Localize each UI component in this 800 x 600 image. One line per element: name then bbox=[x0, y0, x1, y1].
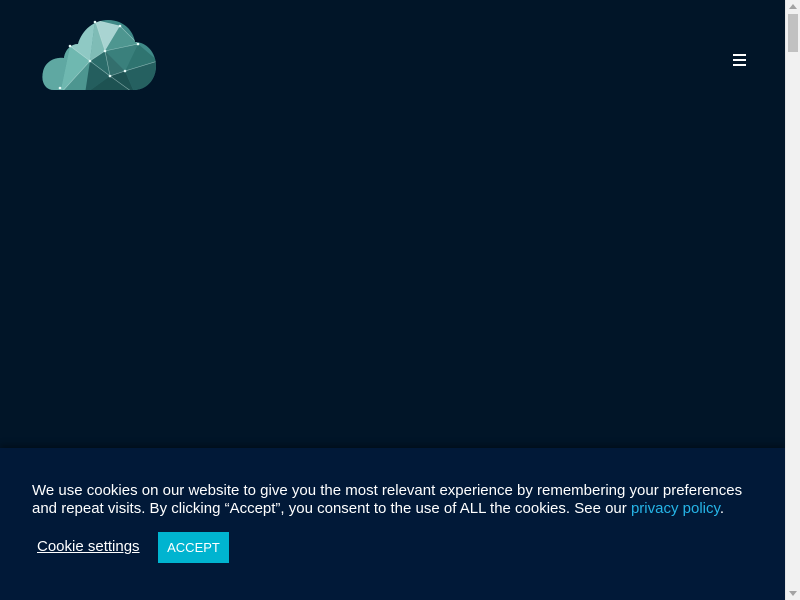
privacy-policy-link[interactable]: privacy policy bbox=[631, 500, 720, 517]
cookie-message-end: . bbox=[719, 500, 725, 517]
cookie-settings-link[interactable]: Cookie settings bbox=[37, 538, 140, 556]
cookie-message: We use cookies on our website to give yo… bbox=[32, 482, 757, 518]
site-header bbox=[0, 0, 785, 120]
scroll-down-arrow-icon[interactable] bbox=[789, 591, 797, 596]
page-viewport: We use cookies on our website to give yo… bbox=[0, 0, 785, 600]
site-logo[interactable] bbox=[40, 16, 158, 94]
cookie-consent-banner: We use cookies on our website to give yo… bbox=[0, 448, 785, 600]
menu-toggle-button[interactable] bbox=[728, 50, 750, 70]
vertical-scrollbar[interactable] bbox=[785, 0, 800, 600]
scroll-up-arrow-icon[interactable] bbox=[789, 4, 797, 9]
scrollbar-thumb[interactable] bbox=[788, 14, 798, 52]
hamburger-menu-icon-bar bbox=[732, 59, 746, 61]
accept-cookies-button[interactable]: ACCEPT bbox=[158, 532, 229, 563]
polygon-cloud-logo-icon bbox=[42, 20, 157, 90]
hamburger-menu-icon bbox=[732, 54, 746, 56]
hamburger-menu-icon-bar bbox=[732, 64, 746, 66]
